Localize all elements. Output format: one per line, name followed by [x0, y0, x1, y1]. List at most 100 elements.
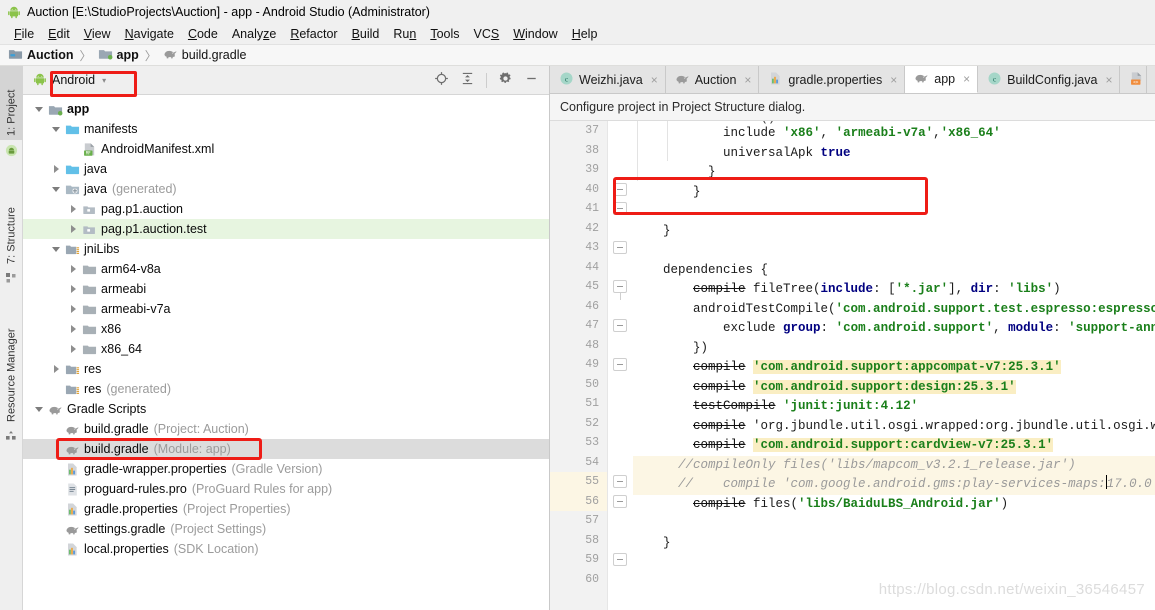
- fold-toggle-56[interactable]: [613, 494, 627, 508]
- tree-item-armeabi[interactable]: armeabi: [23, 279, 549, 299]
- tree-item-build-gradle[interactable]: build.gradle (Module: app): [23, 439, 549, 459]
- menu-item-help[interactable]: Help: [565, 26, 605, 42]
- tree-item-x86_64[interactable]: x86_64: [23, 339, 549, 359]
- breadcrumb-item-app[interactable]: app: [98, 46, 139, 64]
- menu-item-navigate[interactable]: Navigate: [118, 26, 181, 42]
- fold-toggle-47[interactable]: [613, 319, 627, 332]
- fold-toggle-41[interactable]: [613, 202, 627, 215]
- code-line-45[interactable]: dependencies {: [633, 261, 1155, 281]
- fold-toggle-49[interactable]: [613, 358, 627, 371]
- close-icon[interactable]: ×: [890, 73, 897, 87]
- code-line-58[interactable]: [633, 514, 1155, 534]
- code-line-48[interactable]: exclude group: 'com.android.support', mo…: [633, 319, 1155, 339]
- menu-item-window[interactable]: Window: [506, 26, 564, 42]
- project-tree[interactable]: app manifests MF AndroidManifest.xml java jav…: [23, 95, 549, 610]
- tree-item-res[interactable]: res: [23, 359, 549, 379]
- code-line-59[interactable]: }: [633, 534, 1155, 554]
- fold-toggle-55[interactable]: [613, 475, 627, 488]
- fold-toggle-43[interactable]: [613, 241, 627, 254]
- breadcrumb-item-auction[interactable]: Auction: [8, 46, 74, 64]
- tree-item-java[interactable]: java (generated): [23, 179, 549, 199]
- code-line-40[interactable]: }: [633, 163, 1155, 183]
- menu-item-edit[interactable]: Edit: [41, 26, 77, 42]
- menu-item-file[interactable]: File: [7, 26, 41, 42]
- menu-item-build[interactable]: Build: [345, 26, 387, 42]
- tree-item-armeabi-v7a[interactable]: armeabi-v7a: [23, 299, 549, 319]
- chevron-down-icon[interactable]: ▾: [102, 76, 106, 85]
- tree-twisty-right-icon[interactable]: [67, 223, 79, 235]
- editor-tab-weizhi-java[interactable]: c Weizhi.java ×: [550, 66, 666, 93]
- tree-twisty-right-icon[interactable]: [50, 363, 62, 375]
- menu-item-refactor[interactable]: Refactor: [283, 26, 344, 42]
- code-line-54[interactable]: compile 'com.android.support:cardview-v7…: [633, 436, 1155, 456]
- code-line-51[interactable]: compile 'com.android.support:design:25.3…: [633, 378, 1155, 398]
- menu-item-analyze[interactable]: Analyze: [225, 26, 283, 42]
- code-line-49[interactable]: }): [633, 339, 1155, 359]
- editor-tab-app[interactable]: app ×: [905, 66, 979, 93]
- code-line-39[interactable]: universalApk true: [633, 144, 1155, 164]
- editor-tab-xml[interactable]: <>: [1120, 66, 1148, 93]
- tree-item-manifests[interactable]: manifests: [23, 119, 549, 139]
- code-lines[interactable]: reset() include 'x86', 'armeabi-v7a','x8…: [633, 121, 1155, 610]
- tree-twisty-down-icon[interactable]: [50, 243, 62, 255]
- sidebar-item-project[interactable]: 1: Project: [0, 66, 23, 140]
- fold-column[interactable]: [608, 121, 642, 610]
- menu-item-run[interactable]: Run: [386, 26, 423, 42]
- menu-item-vcs[interactable]: VCS: [467, 26, 507, 42]
- tree-item-arm64-v8a[interactable]: arm64-v8a: [23, 259, 549, 279]
- code-line-38[interactable]: include 'x86', 'armeabi-v7a','x86_64': [633, 124, 1155, 144]
- tree-item-java[interactable]: java: [23, 159, 549, 179]
- sidebar-item-structure[interactable]: 7: Structure: [0, 176, 23, 268]
- tree-twisty-right-icon[interactable]: [50, 163, 62, 175]
- menu-item-view[interactable]: View: [77, 26, 118, 42]
- menu-item-code[interactable]: Code: [181, 26, 225, 42]
- tree-item-local-properties[interactable]: local.properties (SDK Location): [23, 539, 549, 559]
- tree-item-build-gradle[interactable]: build.gradle (Project: Auction): [23, 419, 549, 439]
- tree-twisty-right-icon[interactable]: [67, 323, 79, 335]
- project-view-selector[interactable]: Android ▾: [33, 72, 106, 89]
- tree-twisty-down-icon[interactable]: [33, 103, 45, 115]
- collapse-all-icon[interactable]: [460, 71, 475, 89]
- code-line-42[interactable]: [633, 202, 1155, 222]
- close-icon[interactable]: ×: [744, 73, 751, 87]
- tree-twisty-right-icon[interactable]: [67, 203, 79, 215]
- code-line-47[interactable]: androidTestCompile('com.android.support.…: [633, 300, 1155, 320]
- code-line-46[interactable]: compile fileTree(include: ['*.jar'], dir…: [633, 280, 1155, 300]
- tree-item-gradle-scripts[interactable]: Gradle Scripts: [23, 399, 549, 419]
- tree-item-x86[interactable]: x86: [23, 319, 549, 339]
- tree-item-gradle-wrapper-properties[interactable]: gradle-wrapper.properties (Gradle Version…: [23, 459, 549, 479]
- code-line-53[interactable]: compile 'org.jbundle.util.osgi.wrapped:o…: [633, 417, 1155, 437]
- tree-twisty-down-icon[interactable]: [50, 183, 62, 195]
- code-line-60[interactable]: [633, 553, 1155, 573]
- minimize-icon[interactable]: [524, 71, 539, 89]
- tree-twisty-right-icon[interactable]: [67, 303, 79, 315]
- fold-toggle-40[interactable]: [613, 182, 627, 196]
- sidebar-item-resource-manager[interactable]: Resource Manager: [0, 298, 23, 426]
- gear-icon[interactable]: [498, 71, 513, 89]
- close-icon[interactable]: ×: [1105, 73, 1112, 87]
- code-line-43[interactable]: }: [633, 222, 1155, 242]
- editor-tab-bar[interactable]: c Weizhi.java × Auction × gradle.properties × a…: [550, 66, 1155, 94]
- fold-toggle-45[interactable]: [613, 280, 627, 300]
- breadcrumb[interactable]: Auction 〉 app 〉 build.gradle: [0, 45, 1155, 66]
- close-icon[interactable]: ×: [651, 73, 658, 87]
- tree-twisty-down-icon[interactable]: [33, 403, 45, 415]
- tree-item-settings-gradle[interactable]: settings.gradle (Project Settings): [23, 519, 549, 539]
- tree-item-res[interactable]: res (generated): [23, 379, 549, 399]
- tree-item-androidmanifest-xml[interactable]: MF AndroidManifest.xml: [23, 139, 549, 159]
- code-line-37[interactable]: reset(): [633, 121, 1155, 124]
- menu-item-tools[interactable]: Tools: [423, 26, 466, 42]
- menu-bar[interactable]: File Edit View Navigate Code Analyze Refactor B…: [0, 23, 1155, 45]
- editor-tab-auction[interactable]: Auction ×: [665, 66, 760, 93]
- close-icon[interactable]: ×: [963, 72, 970, 86]
- tree-twisty-right-icon[interactable]: [67, 343, 79, 355]
- code-line-55[interactable]: //compileOnly files('libs/mapcom_v3.2.1_…: [633, 455, 1155, 475]
- tree-item-app[interactable]: app: [23, 99, 549, 119]
- breadcrumb-item-build-gradle[interactable]: build.gradle: [163, 46, 246, 64]
- locate-target-icon[interactable]: [434, 71, 449, 89]
- tree-twisty-down-icon[interactable]: [50, 123, 62, 135]
- editor-gutter[interactable]: 37 38 39 40 41 42 43 44 45 46 47 48 49 50 51 52 53 54 55 56…: [550, 121, 608, 610]
- tree-item-proguard-rules-pro[interactable]: proguard-rules.pro (ProGuard Rules for ap…: [23, 479, 549, 499]
- tree-twisty-right-icon[interactable]: [67, 283, 79, 295]
- tree-item-gradle-properties[interactable]: gradle.properties (Project Properties): [23, 499, 549, 519]
